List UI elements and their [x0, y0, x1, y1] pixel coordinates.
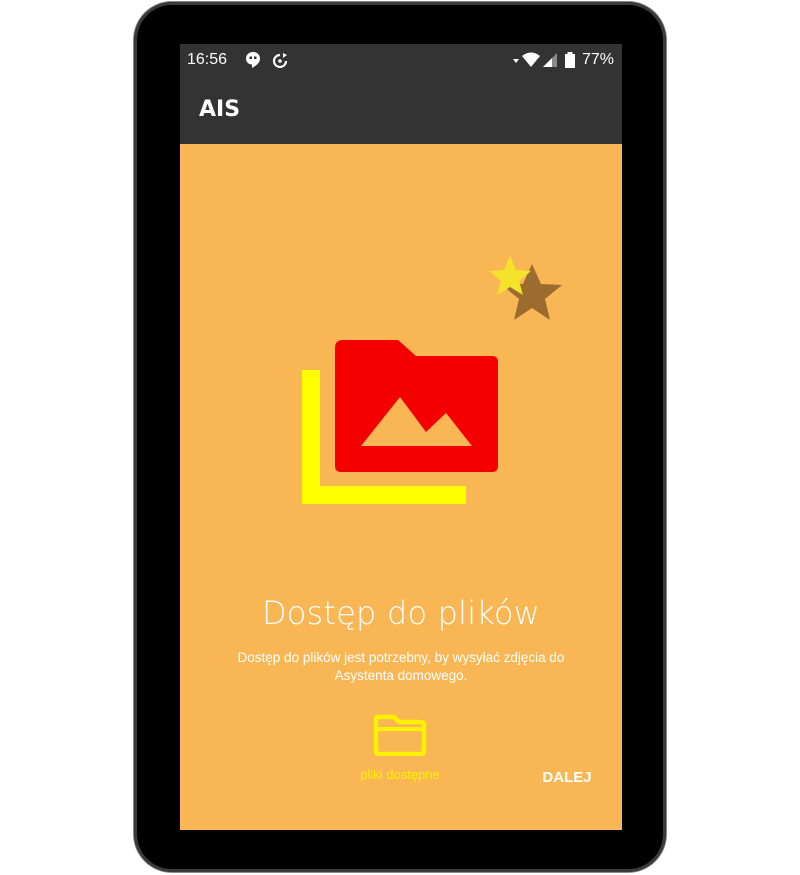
- permission-status: pliki dostępne: [330, 714, 470, 782]
- folder-illustration: [302, 256, 562, 504]
- onboarding-title: Dostęp do plików: [261, 594, 541, 632]
- onboarding-description: Dostęp do plików jest potrzebny, by wysy…: [237, 650, 565, 683]
- folder-outline-icon: [373, 714, 427, 757]
- next-button[interactable]: DALEJ: [532, 766, 602, 790]
- image-folder-icon: [335, 340, 498, 472]
- phone-screen: 16:56 77% AIS Dostęp do plików Dostęp do…: [180, 44, 622, 830]
- permission-status-label: pliki dostępne: [360, 767, 440, 782]
